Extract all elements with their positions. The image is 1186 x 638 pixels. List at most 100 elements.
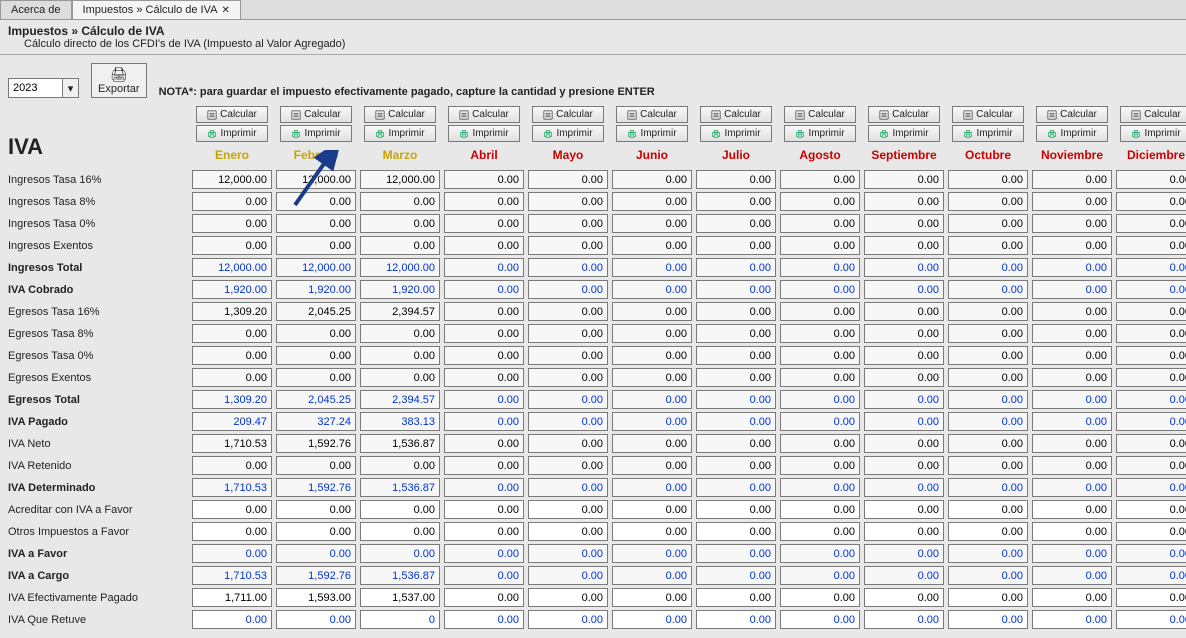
- cell-input[interactable]: [780, 544, 860, 563]
- cell-input[interactable]: [612, 588, 692, 607]
- cell-input[interactable]: [1116, 412, 1186, 431]
- cell-input[interactable]: [780, 170, 860, 189]
- print-button-1[interactable]: Imprimir: [280, 125, 352, 142]
- cell-input[interactable]: [612, 434, 692, 453]
- print-button-8[interactable]: Imprimir: [868, 125, 940, 142]
- calc-button-2[interactable]: Calcular: [364, 106, 436, 123]
- cell-input[interactable]: [528, 500, 608, 519]
- print-button-6[interactable]: Imprimir: [700, 125, 772, 142]
- cell-input[interactable]: [948, 346, 1028, 365]
- cell-input[interactable]: [528, 610, 608, 629]
- cell-input[interactable]: [780, 500, 860, 519]
- cell-input[interactable]: [192, 324, 272, 343]
- cell-input[interactable]: [1032, 588, 1112, 607]
- cell-input[interactable]: [444, 522, 524, 541]
- cell-input[interactable]: [360, 324, 440, 343]
- cell-input[interactable]: [192, 566, 272, 585]
- cell-input[interactable]: [192, 368, 272, 387]
- cell-input[interactable]: [864, 544, 944, 563]
- cell-input[interactable]: [696, 588, 776, 607]
- cell-input[interactable]: [948, 588, 1028, 607]
- cell-input[interactable]: [528, 390, 608, 409]
- cell-input[interactable]: [1032, 170, 1112, 189]
- cell-input[interactable]: [612, 368, 692, 387]
- cell-input[interactable]: [948, 170, 1028, 189]
- export-button[interactable]: 🖨 Exportar: [91, 63, 147, 98]
- cell-input[interactable]: [360, 456, 440, 475]
- cell-input[interactable]: [780, 434, 860, 453]
- cell-input[interactable]: [276, 280, 356, 299]
- cell-input[interactable]: [1032, 280, 1112, 299]
- print-button-5[interactable]: Imprimir: [616, 125, 688, 142]
- cell-input[interactable]: [948, 302, 1028, 321]
- cell-input[interactable]: [948, 522, 1028, 541]
- cell-input[interactable]: [192, 412, 272, 431]
- cell-input[interactable]: [780, 478, 860, 497]
- cell-input[interactable]: [1032, 214, 1112, 233]
- cell-input[interactable]: [192, 610, 272, 629]
- cell-input[interactable]: [528, 588, 608, 607]
- cell-input[interactable]: [528, 434, 608, 453]
- cell-input[interactable]: [192, 544, 272, 563]
- cell-input[interactable]: [192, 214, 272, 233]
- close-icon[interactable]: ✕: [221, 5, 229, 16]
- cell-input[interactable]: [780, 192, 860, 211]
- cell-input[interactable]: [444, 390, 524, 409]
- cell-input[interactable]: [1032, 258, 1112, 277]
- cell-input[interactable]: [864, 610, 944, 629]
- cell-input[interactable]: [444, 544, 524, 563]
- cell-input[interactable]: [612, 544, 692, 563]
- calc-button-10[interactable]: Calcular: [1036, 106, 1108, 123]
- print-button-11[interactable]: Imprimir: [1120, 125, 1186, 142]
- cell-input[interactable]: [696, 522, 776, 541]
- calc-button-0[interactable]: Calcular: [196, 106, 268, 123]
- cell-input[interactable]: [528, 566, 608, 585]
- cell-input[interactable]: [1032, 368, 1112, 387]
- cell-input[interactable]: [864, 280, 944, 299]
- cell-input[interactable]: [192, 390, 272, 409]
- cell-input[interactable]: [444, 346, 524, 365]
- cell-input[interactable]: [948, 236, 1028, 255]
- cell-input[interactable]: [1116, 390, 1186, 409]
- cell-input[interactable]: [612, 280, 692, 299]
- cell-input[interactable]: [192, 236, 272, 255]
- cell-input[interactable]: [528, 478, 608, 497]
- cell-input[interactable]: [1116, 368, 1186, 387]
- cell-input[interactable]: [864, 214, 944, 233]
- year-select[interactable]: ▾: [8, 78, 79, 98]
- cell-input[interactable]: [276, 368, 356, 387]
- cell-input[interactable]: [696, 412, 776, 431]
- cell-input[interactable]: [1116, 522, 1186, 541]
- cell-input[interactable]: [864, 236, 944, 255]
- cell-input[interactable]: [444, 456, 524, 475]
- cell-input[interactable]: [444, 280, 524, 299]
- cell-input[interactable]: [360, 588, 440, 607]
- cell-input[interactable]: [612, 302, 692, 321]
- cell-input[interactable]: [444, 368, 524, 387]
- cell-input[interactable]: [780, 236, 860, 255]
- cell-input[interactable]: [444, 412, 524, 431]
- cell-input[interactable]: [276, 236, 356, 255]
- cell-input[interactable]: [612, 522, 692, 541]
- cell-input[interactable]: [360, 610, 440, 629]
- cell-input[interactable]: [780, 302, 860, 321]
- cell-input[interactable]: [528, 324, 608, 343]
- cell-input[interactable]: [360, 280, 440, 299]
- cell-input[interactable]: [1116, 258, 1186, 277]
- cell-input[interactable]: [444, 610, 524, 629]
- cell-input[interactable]: [780, 346, 860, 365]
- cell-input[interactable]: [360, 412, 440, 431]
- cell-input[interactable]: [360, 566, 440, 585]
- cell-input[interactable]: [780, 214, 860, 233]
- cell-input[interactable]: [780, 368, 860, 387]
- cell-input[interactable]: [528, 258, 608, 277]
- cell-input[interactable]: [864, 500, 944, 519]
- cell-input[interactable]: [780, 280, 860, 299]
- cell-input[interactable]: [276, 390, 356, 409]
- cell-input[interactable]: [612, 258, 692, 277]
- cell-input[interactable]: [444, 478, 524, 497]
- cell-input[interactable]: [360, 302, 440, 321]
- cell-input[interactable]: [696, 566, 776, 585]
- cell-input[interactable]: [360, 170, 440, 189]
- print-button-2[interactable]: Imprimir: [364, 125, 436, 142]
